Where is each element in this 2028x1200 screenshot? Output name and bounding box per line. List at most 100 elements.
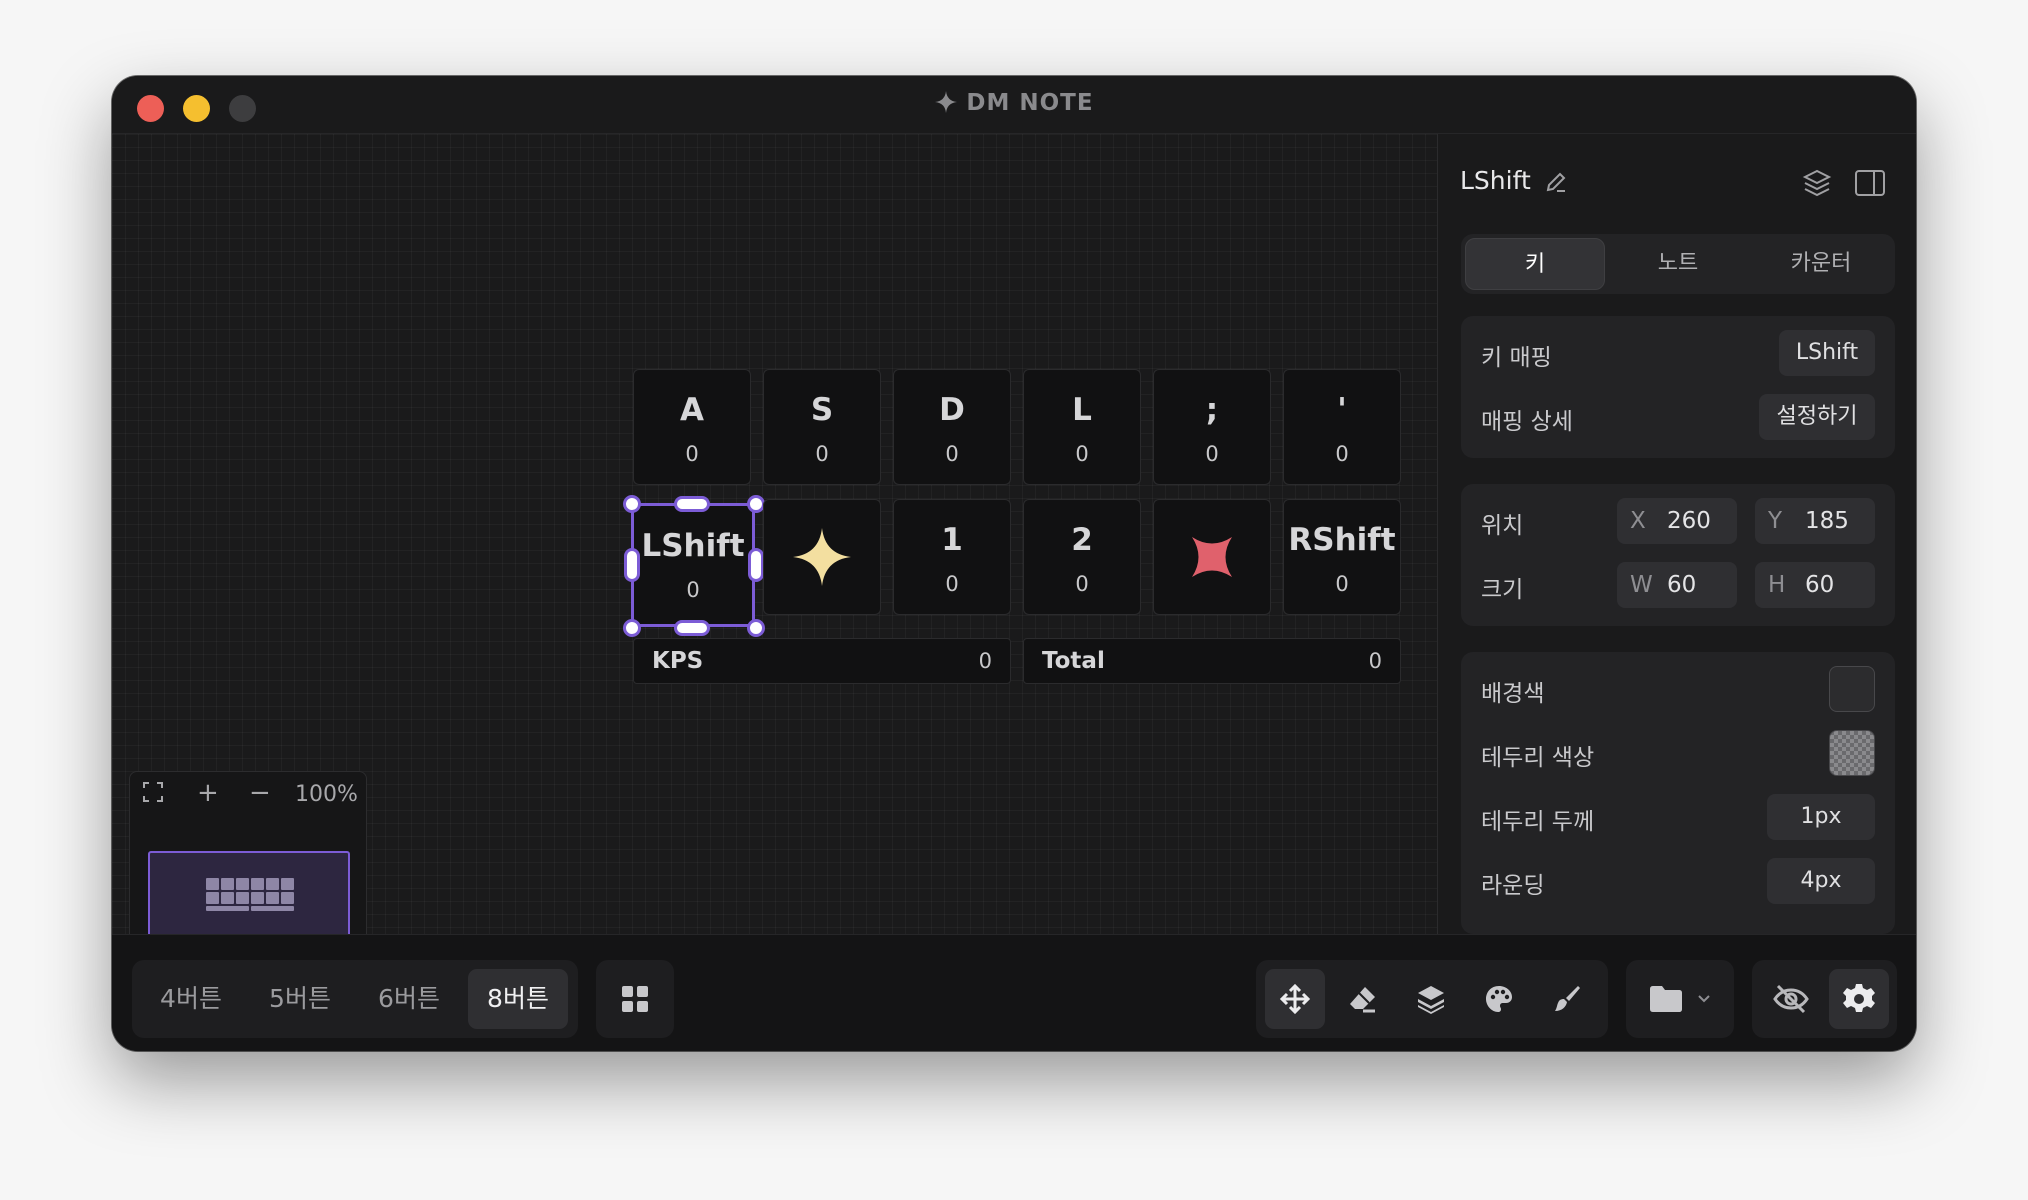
key-count: 0 [1335,442,1349,466]
key-label: S [810,392,834,428]
resize-handle-top[interactable] [674,496,710,512]
key-count: 0 [686,578,700,602]
eye-off-icon [1773,984,1809,1014]
four-point-star-icon [764,500,880,614]
settings-button[interactable] [1829,969,1889,1029]
tab-counter[interactable]: 카운터 [1751,238,1891,290]
mode-8-button[interactable]: 8버튼 [468,969,568,1029]
palette-tool-button[interactable] [1469,969,1529,1029]
position-size-card: 위치 X 260 Y 185 크기 W 60 H 60 [1461,484,1895,626]
kps-stat[interactable]: KPS 0 [633,638,1011,684]
key-label: RShift [1288,522,1396,558]
fit-screen-icon[interactable] [142,781,164,809]
background-color-label: 배경색 [1481,681,1545,707]
border-color-swatch[interactable] [1829,730,1875,776]
key-star[interactable] [763,499,881,615]
border-width-label: 테두리 두께 [1481,809,1595,835]
size-w-input[interactable]: W 60 [1617,562,1737,608]
total-stat[interactable]: Total 0 [1023,638,1401,684]
mapping-card: 키 매핑 LShift 매핑 상세 설정하기 [1461,316,1895,458]
resize-handle-bottom-right[interactable] [747,619,765,637]
edit-name-icon[interactable] [1544,170,1568,198]
visibility-toggle-button[interactable] [1761,969,1821,1029]
border-width-input[interactable]: 1px [1767,794,1875,840]
panel-tabs: 키 노트 카운터 [1461,234,1895,294]
key-d[interactable]: D 0 [893,369,1011,485]
grid-button[interactable] [605,969,665,1029]
minimap-viewport[interactable] [148,851,350,941]
rounding-input[interactable]: 4px [1767,858,1875,904]
bottom-toolbar: 4버튼 5버튼 6버튼 8버튼 [112,934,1916,1051]
mode-4-button[interactable]: 4버튼 [141,969,241,1029]
tab-key[interactable]: 키 [1465,238,1605,290]
x-cross-icon [1154,500,1270,614]
zoom-in-button[interactable]: + [197,778,219,808]
tab-note[interactable]: 노트 [1608,238,1748,290]
minimap-toolbar: + − 100% [130,772,366,818]
key-a[interactable]: A 0 [633,369,751,485]
h-value: 60 [1805,572,1835,598]
folder-menu-button[interactable] [1635,969,1725,1029]
key-quote[interactable]: ' 0 [1283,369,1401,485]
key-label: A [680,392,704,428]
size-label: 크기 [1481,577,1524,603]
background-color-swatch[interactable] [1829,666,1875,712]
mode-5-button[interactable]: 5버튼 [250,969,350,1029]
window-title-text: DM NOTE [966,90,1094,116]
total-label: Total [1042,648,1105,674]
view-settings-group [1752,960,1897,1038]
size-h-input[interactable]: H 60 [1755,562,1875,608]
key-l[interactable]: L 0 [1023,369,1141,485]
mapping-detail-button[interactable]: 설정하기 [1759,394,1875,440]
resize-handle-left[interactable] [624,548,640,582]
panel-title: LShift [1460,166,1531,195]
sparkle-icon [935,91,958,113]
kps-label: KPS [652,648,704,674]
key-label: 1 [941,522,963,558]
mode-6-button[interactable]: 6버튼 [359,969,459,1029]
tools-group [1256,960,1608,1038]
key-s[interactable]: S 0 [763,369,881,485]
resize-handle-top-left[interactable] [623,495,641,513]
layers-icon[interactable] [1802,168,1832,202]
folder-icon [1650,986,1682,1012]
position-x-input[interactable]: X 260 [1617,498,1737,544]
brush-tool-button[interactable] [1537,969,1597,1029]
key-lshift-selected[interactable]: LShift 0 [631,503,755,627]
brush-icon [1555,986,1580,1011]
toggle-sidebar-icon[interactable] [1854,168,1886,202]
key-count: 0 [1205,442,1219,466]
key-cross[interactable] [1153,499,1271,615]
key-2[interactable]: 2 0 [1023,499,1141,615]
zoom-level: 100% [295,782,358,807]
key-canvas[interactable]: A 0 S 0 D 0 L 0 ; 0 ' 0 LShift 0 1 0 2 0… [112,134,1437,975]
h-axis-label: H [1768,572,1786,598]
kps-value: 0 [978,649,992,673]
key-semicolon[interactable]: ; 0 [1153,369,1271,485]
zoom-out-button[interactable]: − [249,778,271,808]
folder-group [1626,960,1734,1038]
resize-handle-bottom-left[interactable] [623,619,641,637]
position-label: 위치 [1481,513,1524,539]
key-label: ; [1205,392,1219,428]
key-count: 0 [815,442,829,466]
properties-panel: LShift 키 노트 카운터 키 매핑 LShift 매핑 상세 설정하기 위… [1437,134,1916,934]
eraser-tool-button[interactable] [1333,969,1393,1029]
minimap-keys-preview [206,878,294,914]
key-mapping-button[interactable]: LShift [1779,330,1875,376]
key-rshift[interactable]: RShift 0 [1283,499,1401,615]
border-color-label: 테두리 색상 [1481,745,1595,771]
key-label: L [1072,392,1092,428]
move-tool-button[interactable] [1265,969,1325,1029]
key-1[interactable]: 1 0 [893,499,1011,615]
position-y-input[interactable]: Y 185 [1755,498,1875,544]
resize-handle-bottom[interactable] [674,620,710,636]
total-value: 0 [1368,649,1382,673]
key-label: ' [1337,392,1347,428]
layers-tool-button[interactable] [1401,969,1461,1029]
app-window: DM NOTE A 0 S 0 D 0 L 0 ; 0 ' 0 LShift 0… [112,76,1916,1051]
key-count: 0 [1075,572,1089,596]
key-label: D [939,392,965,428]
key-count: 0 [1075,442,1089,466]
resize-handle-right[interactable] [748,548,764,582]
